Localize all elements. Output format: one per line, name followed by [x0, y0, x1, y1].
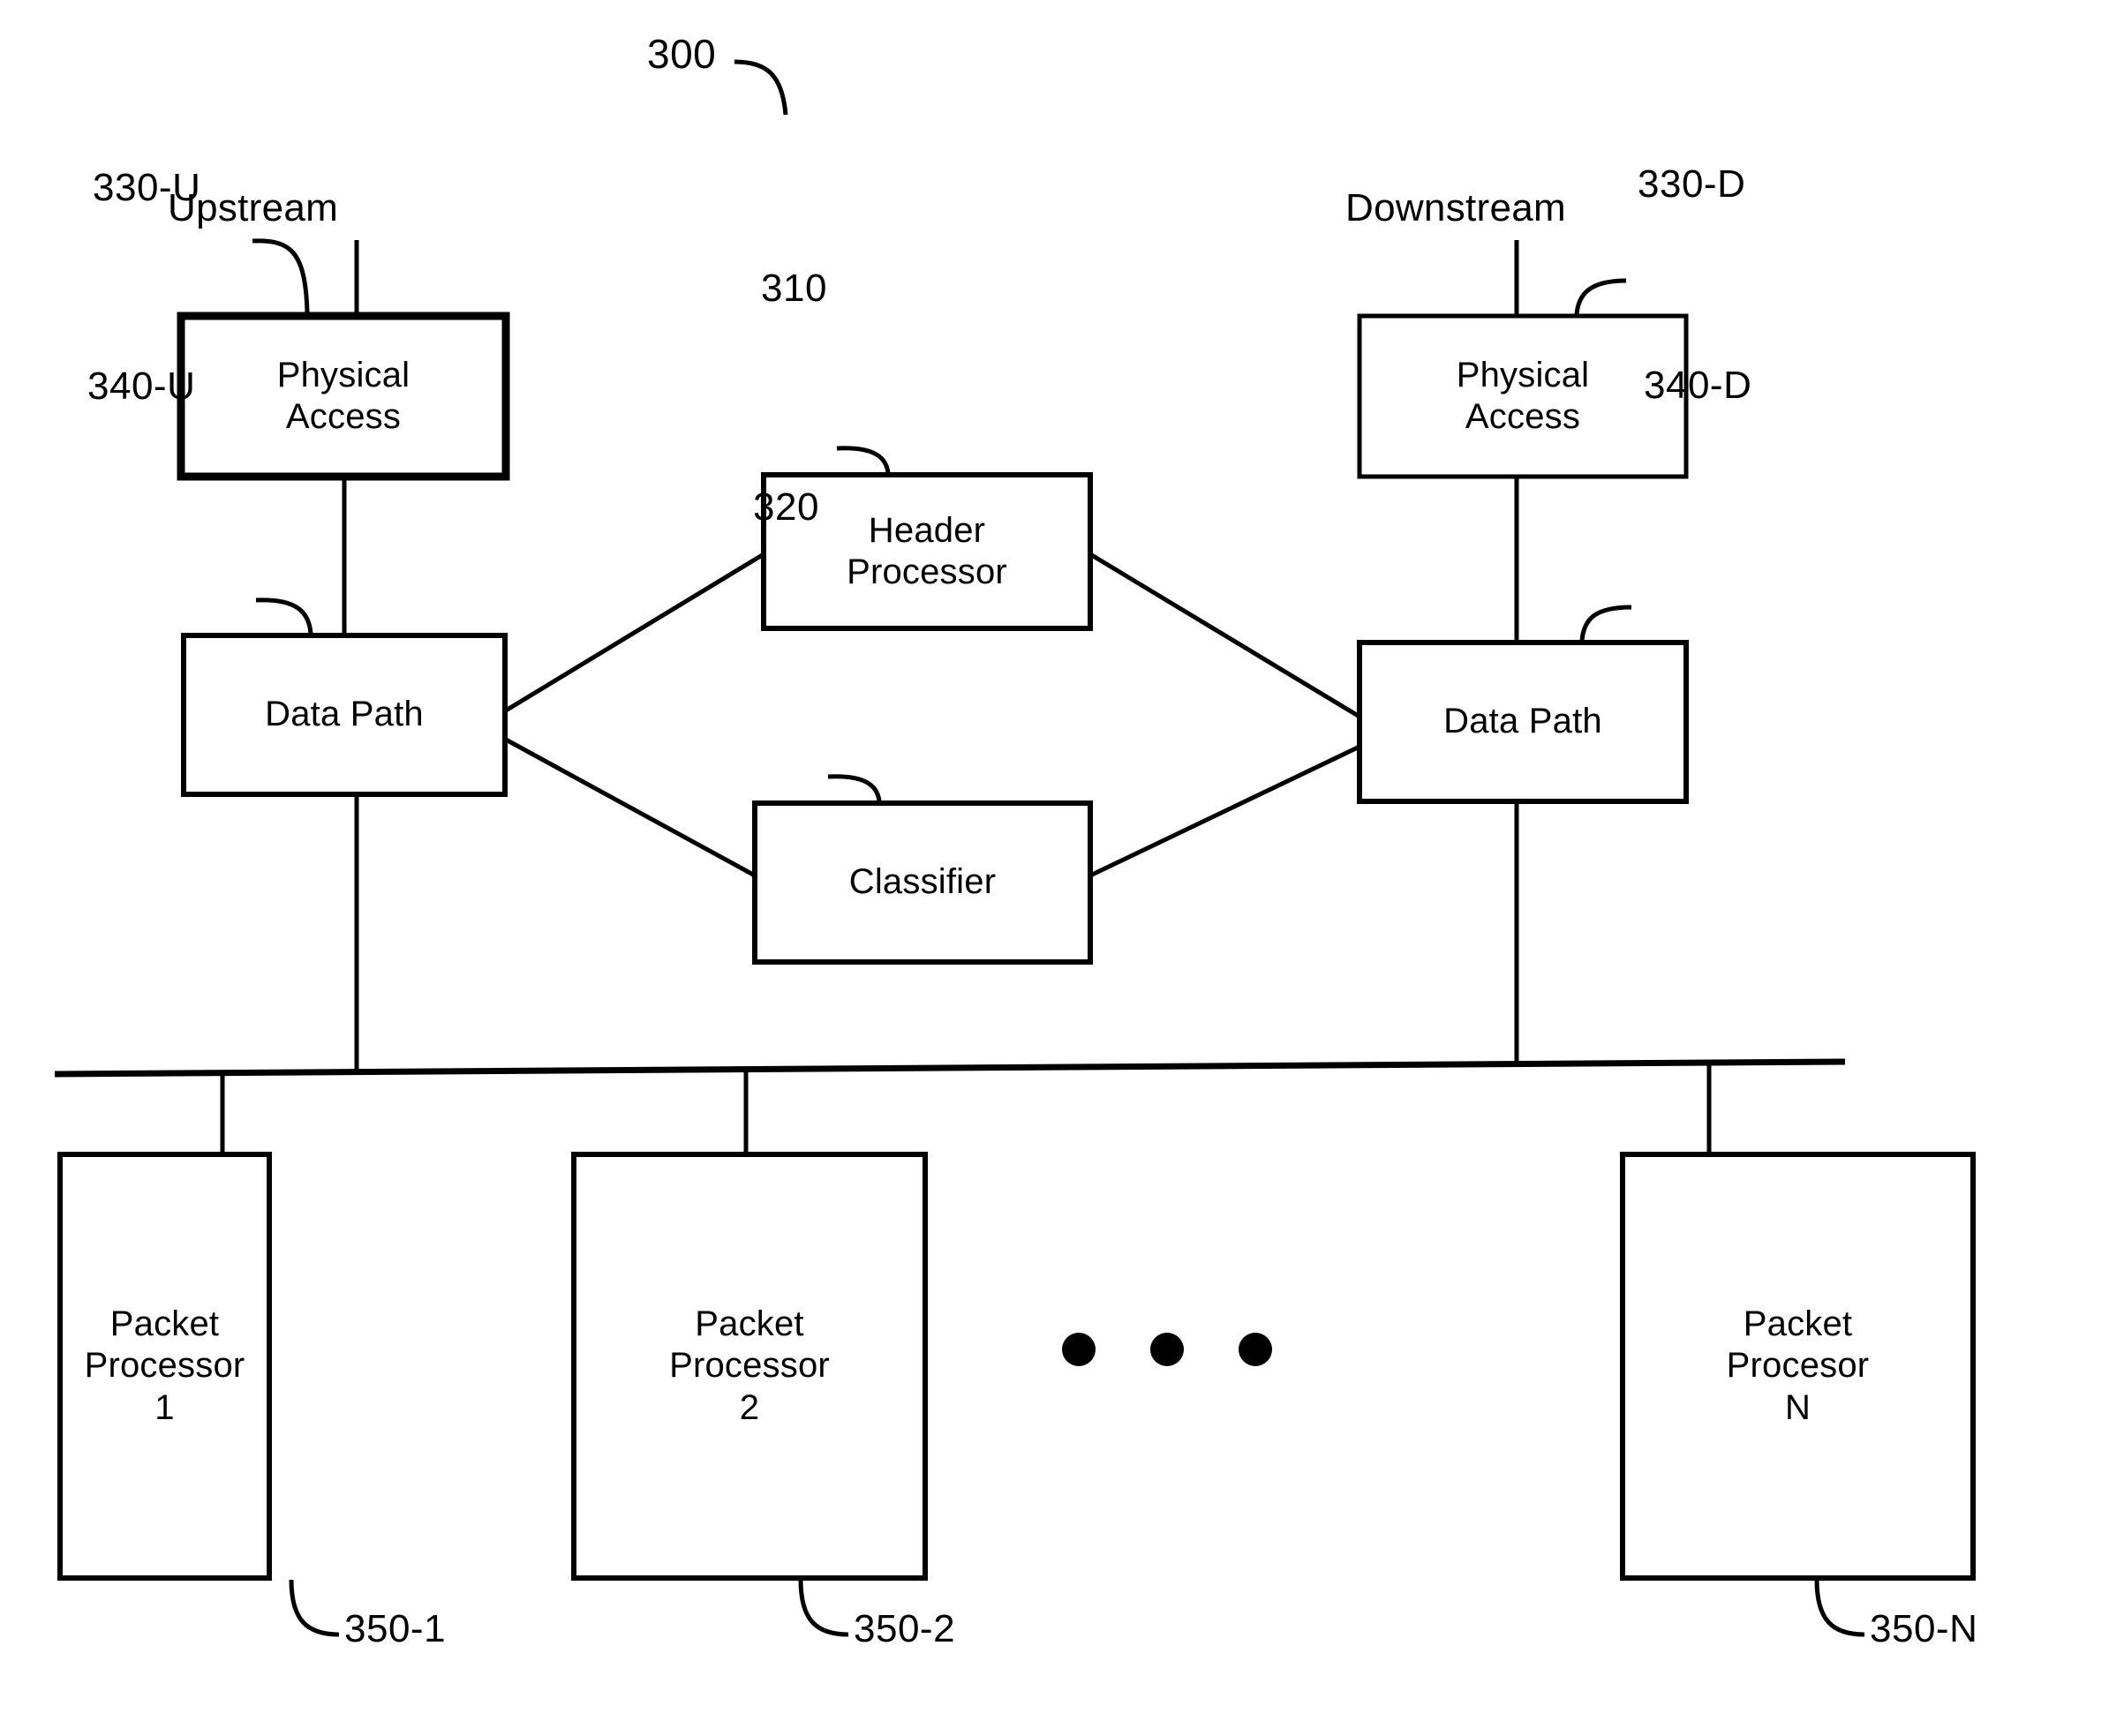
ref-350-1-leader-line	[289, 1579, 340, 1637]
classifier-to-data-path-downstream-line	[1088, 744, 1361, 878]
ref-320-leader-line	[827, 774, 882, 802]
packet-processor-bus-line	[54, 1058, 1846, 1078]
header-processor-to-data-path-downstream-line	[1088, 552, 1361, 719]
data-path-upstream-to-classifier-line	[504, 737, 757, 878]
data-path-upstream-box	[181, 633, 508, 797]
classifier-box	[752, 800, 1093, 965]
ref-350-n-leader-line	[1814, 1579, 1865, 1637]
ellipsis-dot-3	[1239, 1333, 1272, 1366]
ref-350-1-label: 350-1	[344, 1607, 447, 1650]
data-path-upstream-to-header-processor-line	[504, 552, 765, 713]
ref-340-u-label: 340-U	[87, 364, 196, 408]
downstream-label: Downstream	[1345, 186, 1566, 229]
ref-310-label: 310	[761, 267, 827, 310]
packet-processor-2-box	[571, 1152, 928, 1581]
ref-340-d-label: 340-D	[1644, 364, 1752, 407]
packet-processor-n-box	[1620, 1152, 1976, 1581]
ref-340-d-leader-line	[1579, 605, 1632, 642]
ref-310-leader-line	[836, 446, 891, 474]
ref-330-u-leader-line	[252, 238, 310, 313]
ref-330-u-label: 330-U	[93, 166, 201, 209]
data-path-downstream-box	[1357, 640, 1689, 804]
ref-330-d-leader-line	[1574, 278, 1627, 315]
ref-350-2-leader-line	[798, 1579, 849, 1637]
ref-350-n-label: 350-N	[1870, 1607, 1978, 1650]
physical-access-upstream-box	[177, 312, 510, 481]
ref-330-d-label: 330-D	[1638, 162, 1746, 206]
patent-figure-300: 300 Upstream Downstream 330-U 330-D 340-…	[0, 0, 2124, 1736]
diagram-canvas	[54, 59, 1976, 1637]
ref-350-2-label: 350-2	[854, 1607, 956, 1650]
ellipsis-dot-1	[1062, 1333, 1096, 1366]
ellipsis-dot-2	[1150, 1333, 1184, 1366]
packet-processor-1-box	[57, 1152, 272, 1581]
ref-340-u-leader-line	[255, 597, 313, 635]
figure-number-leader-line	[734, 59, 788, 116]
physical-access-downstream-box	[1357, 313, 1689, 479]
ref-320-label: 320	[753, 485, 819, 529]
figure-number: 300	[647, 31, 717, 77]
